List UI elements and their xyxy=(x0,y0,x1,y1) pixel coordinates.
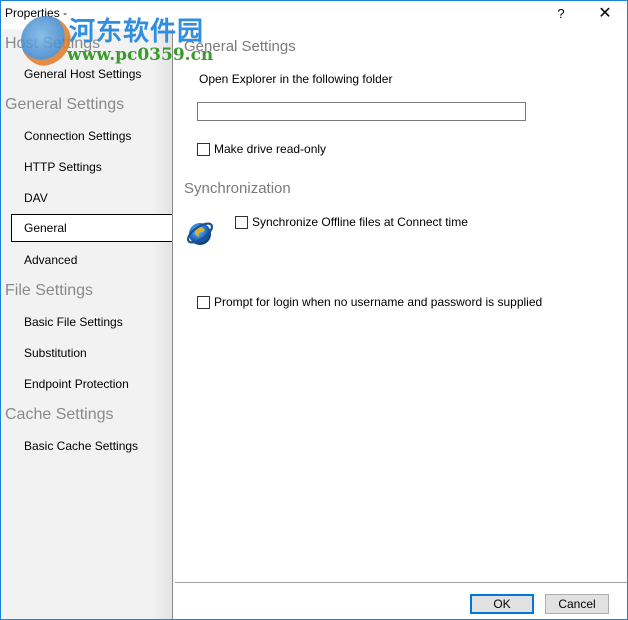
help-button[interactable]: ? xyxy=(552,5,570,23)
sidebar-item-general-host-settings[interactable]: General Host Settings xyxy=(24,67,141,81)
general-settings-heading: General Settings xyxy=(184,38,296,55)
sidebar-group-file-settings: File Settings xyxy=(5,282,94,299)
sync-offline-checkbox-box[interactable] xyxy=(235,215,248,229)
cancel-button[interactable]: Cancel xyxy=(545,594,609,614)
properties-dialog: Properties - ? ✕ 河东软件园 www.pc0359.cn Hos… xyxy=(0,0,628,620)
sidebar-group-general-settings: General Settings xyxy=(5,96,125,113)
sidebar-item-dav[interactable]: DAV xyxy=(24,191,48,205)
sidebar-item-general[interactable]: General xyxy=(11,214,172,242)
folder-input[interactable] xyxy=(197,102,526,121)
readonly-checkbox[interactable]: Make drive read-only xyxy=(197,142,326,156)
sync-offline-label: Synchronize Offline files at Connect tim… xyxy=(252,215,468,229)
sidebar-item-connection-settings[interactable]: Connection Settings xyxy=(24,129,131,143)
folder-label: Open Explorer in the following folder xyxy=(199,72,393,86)
sync-offline-checkbox[interactable]: Synchronize Offline files at Connect tim… xyxy=(235,215,468,229)
title-bar[interactable]: Properties - ? ✕ xyxy=(1,1,627,29)
sidebar-group-host-settings: Host Settings xyxy=(5,35,101,52)
prompt-login-checkbox-box[interactable] xyxy=(197,295,210,309)
footer-separator xyxy=(175,582,627,583)
globe-icon xyxy=(186,222,214,245)
sidebar-group-cache-settings: Cache Settings xyxy=(5,406,114,423)
readonly-checkbox-box[interactable] xyxy=(197,142,210,156)
synchronization-heading: Synchronization xyxy=(184,180,291,197)
close-button[interactable]: ✕ xyxy=(595,5,615,23)
prompt-login-label: Prompt for login when no username and pa… xyxy=(214,295,543,309)
sidebar-item-http-settings[interactable]: HTTP Settings xyxy=(24,160,102,174)
sidebar-item-basic-file-settings[interactable]: Basic File Settings xyxy=(24,315,123,329)
sidebar-item-substitution[interactable]: Substitution xyxy=(24,346,87,360)
ok-button[interactable]: OK xyxy=(470,594,534,614)
readonly-label: Make drive read-only xyxy=(214,142,327,156)
prompt-login-checkbox[interactable]: Prompt for login when no username and pa… xyxy=(197,295,542,309)
sidebar-item-endpoint-protection[interactable]: Endpoint Protection xyxy=(24,377,129,391)
window-title: Properties - xyxy=(5,6,68,20)
settings-panel: General Settings Open Explorer in the fo… xyxy=(173,29,627,619)
sidebar-item-basic-cache-settings[interactable]: Basic Cache Settings xyxy=(24,439,138,453)
settings-sidebar: Host Settings General Host Settings Gene… xyxy=(1,29,173,619)
sidebar-item-advanced[interactable]: Advanced xyxy=(24,253,77,267)
